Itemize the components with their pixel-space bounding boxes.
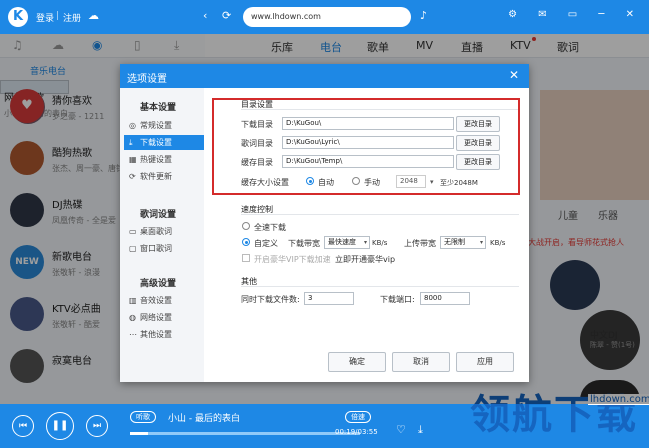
refresh-icon[interactable]: ⟳ (222, 9, 231, 22)
sidebar-label: 热键设置 (140, 155, 172, 164)
sidebar-label: 软件更新 (140, 172, 172, 181)
prev-button[interactable]: ⏮ (12, 415, 34, 437)
full-speed-label: 全速下载 (254, 223, 286, 232)
sidebar-item-general[interactable]: ◎ 常规设置 (124, 118, 204, 133)
listen-tag[interactable]: 听歌 (130, 411, 156, 423)
login-link[interactable]: 登录 (36, 11, 54, 24)
window-controls[interactable]: ⚙ ✉ ▭ ─ ✕ (508, 9, 643, 20)
apply-button[interactable]: 应用 (456, 352, 514, 372)
register-link[interactable]: 注册 (63, 11, 81, 24)
progress-bar[interactable] (130, 432, 360, 435)
heart-icon[interactable]: ♡ (396, 423, 406, 436)
group-basic: 基本设置 (140, 103, 177, 113)
divider (241, 214, 519, 215)
port-label: 下载端口: (380, 295, 415, 304)
sidebar-item-desktop-lyrics[interactable]: ▭ 桌面歌词 (124, 224, 204, 239)
speed-tag[interactable]: 倍速 (345, 411, 371, 423)
equalizer-icon: ▥ (129, 296, 137, 305)
sidebar-item-hotkey[interactable]: ▦ 热键设置 (124, 152, 204, 167)
refresh-icon: ⟳ (129, 172, 136, 181)
more-icon: ⋯ (129, 330, 137, 339)
vip-accel-label: 开启豪华VIP下载加速 (254, 255, 331, 264)
download-bandwidth-select[interactable]: 最快速度 ▾ (324, 236, 370, 249)
full-speed-radio[interactable] (242, 222, 250, 230)
download-icon[interactable]: ⤓ (418, 423, 423, 437)
sidebar-item-update[interactable]: ⟳ 软件更新 (124, 169, 204, 184)
top-bar: K 登录 | 注册 ☁ ‹ ⟳ www.lhdown.com ♪ ⚙ ✉ ▭ ─… (0, 0, 649, 34)
select-value: 无限制 (444, 238, 465, 246)
sidebar-item-other[interactable]: ⋯ 其他设置 (124, 327, 204, 342)
sidebar-item-window-lyrics[interactable]: ▢ 窗口歌词 (124, 241, 204, 256)
group-lyrics: 歌词设置 (140, 210, 177, 220)
divider (241, 286, 519, 287)
desktop-icon: ▭ (129, 227, 137, 236)
kugou-app: K 登录 | 注册 ☁ ‹ ⟳ www.lhdown.com ♪ ⚙ ✉ ▭ ─… (0, 0, 649, 448)
sidebar-label: 其他设置 (140, 330, 172, 339)
cloud-icon[interactable]: ☁ (88, 9, 99, 22)
custom-speed-label: 自定义 (254, 239, 278, 248)
vip-link[interactable]: 立即开通豪华vip (335, 254, 395, 265)
port-field[interactable]: 8000 (420, 292, 470, 305)
separator: | (56, 11, 60, 21)
concurrent-field[interactable]: 3 (304, 292, 354, 305)
download-unit: KB/s (372, 239, 388, 247)
chevron-down-icon: ▾ (479, 239, 483, 246)
sidebar-label: 窗口歌词 (140, 244, 172, 253)
keyboard-icon: ▦ (129, 155, 137, 164)
progress-fill (130, 432, 149, 435)
sidebar-label: 网络设置 (140, 313, 172, 322)
vip-accel-checkbox[interactable] (242, 254, 250, 262)
sidebar-label: 下载设置 (140, 138, 172, 147)
dialog-titlebar: 选项设置 ✕ (120, 64, 529, 88)
upload-bandwidth-select[interactable]: 无限制 ▾ (440, 236, 486, 249)
group-advanced: 高级设置 (140, 279, 177, 289)
sidebar-item-network[interactable]: ◍ 网络设置 (124, 310, 204, 325)
upload-bandwidth-label: 上传带宽 (404, 239, 436, 248)
next-button[interactable]: ⏭ (86, 415, 108, 437)
close-icon[interactable]: ✕ (509, 68, 519, 82)
sidebar-item-sound[interactable]: ▥ 音效设置 (124, 293, 204, 308)
download-bandwidth-label: 下载带宽 (288, 239, 320, 248)
sidebar-item-download[interactable]: ⤓ 下载设置 (124, 135, 204, 150)
globe-icon: ◍ (129, 313, 136, 322)
play-time: 00:19/03:55 (335, 428, 378, 436)
current-song[interactable]: 小山 - 最后的表白 (168, 411, 240, 424)
dialog-title: 选项设置 (127, 74, 167, 85)
sidebar-label: 音效设置 (140, 296, 172, 305)
chevron-down-icon: ▾ (363, 239, 367, 246)
pause-button[interactable]: ❚❚ (46, 412, 74, 440)
upload-unit: KB/s (490, 239, 506, 247)
cancel-button[interactable]: 取消 (392, 352, 450, 372)
address-bar[interactable]: www.lhdown.com (243, 7, 411, 27)
concurrent-label: 同时下载文件数: (241, 295, 300, 304)
circle-icon: ◎ (129, 121, 136, 130)
highlight-box (212, 98, 520, 195)
download-icon: ⤓ (129, 138, 133, 147)
microphone-icon[interactable]: ♪ (420, 9, 427, 22)
settings-sidebar: 基本设置 ◎ 常规设置 ⤓ 下载设置 ▦ 热键设置 ⟳ 软件更新 歌词设置 ▭ 桌面歌词 … (120, 88, 204, 382)
kugou-logo[interactable]: K (8, 7, 28, 27)
sidebar-label: 桌面歌词 (140, 227, 172, 236)
select-value: 最快速度 (328, 238, 356, 246)
window-icon: ▢ (129, 244, 137, 253)
back-arrow-icon[interactable]: ‹ (203, 9, 207, 22)
sidebar-label: 常规设置 (140, 121, 172, 130)
ok-button[interactable]: 确定 (328, 352, 386, 372)
custom-speed-radio[interactable] (242, 238, 250, 246)
